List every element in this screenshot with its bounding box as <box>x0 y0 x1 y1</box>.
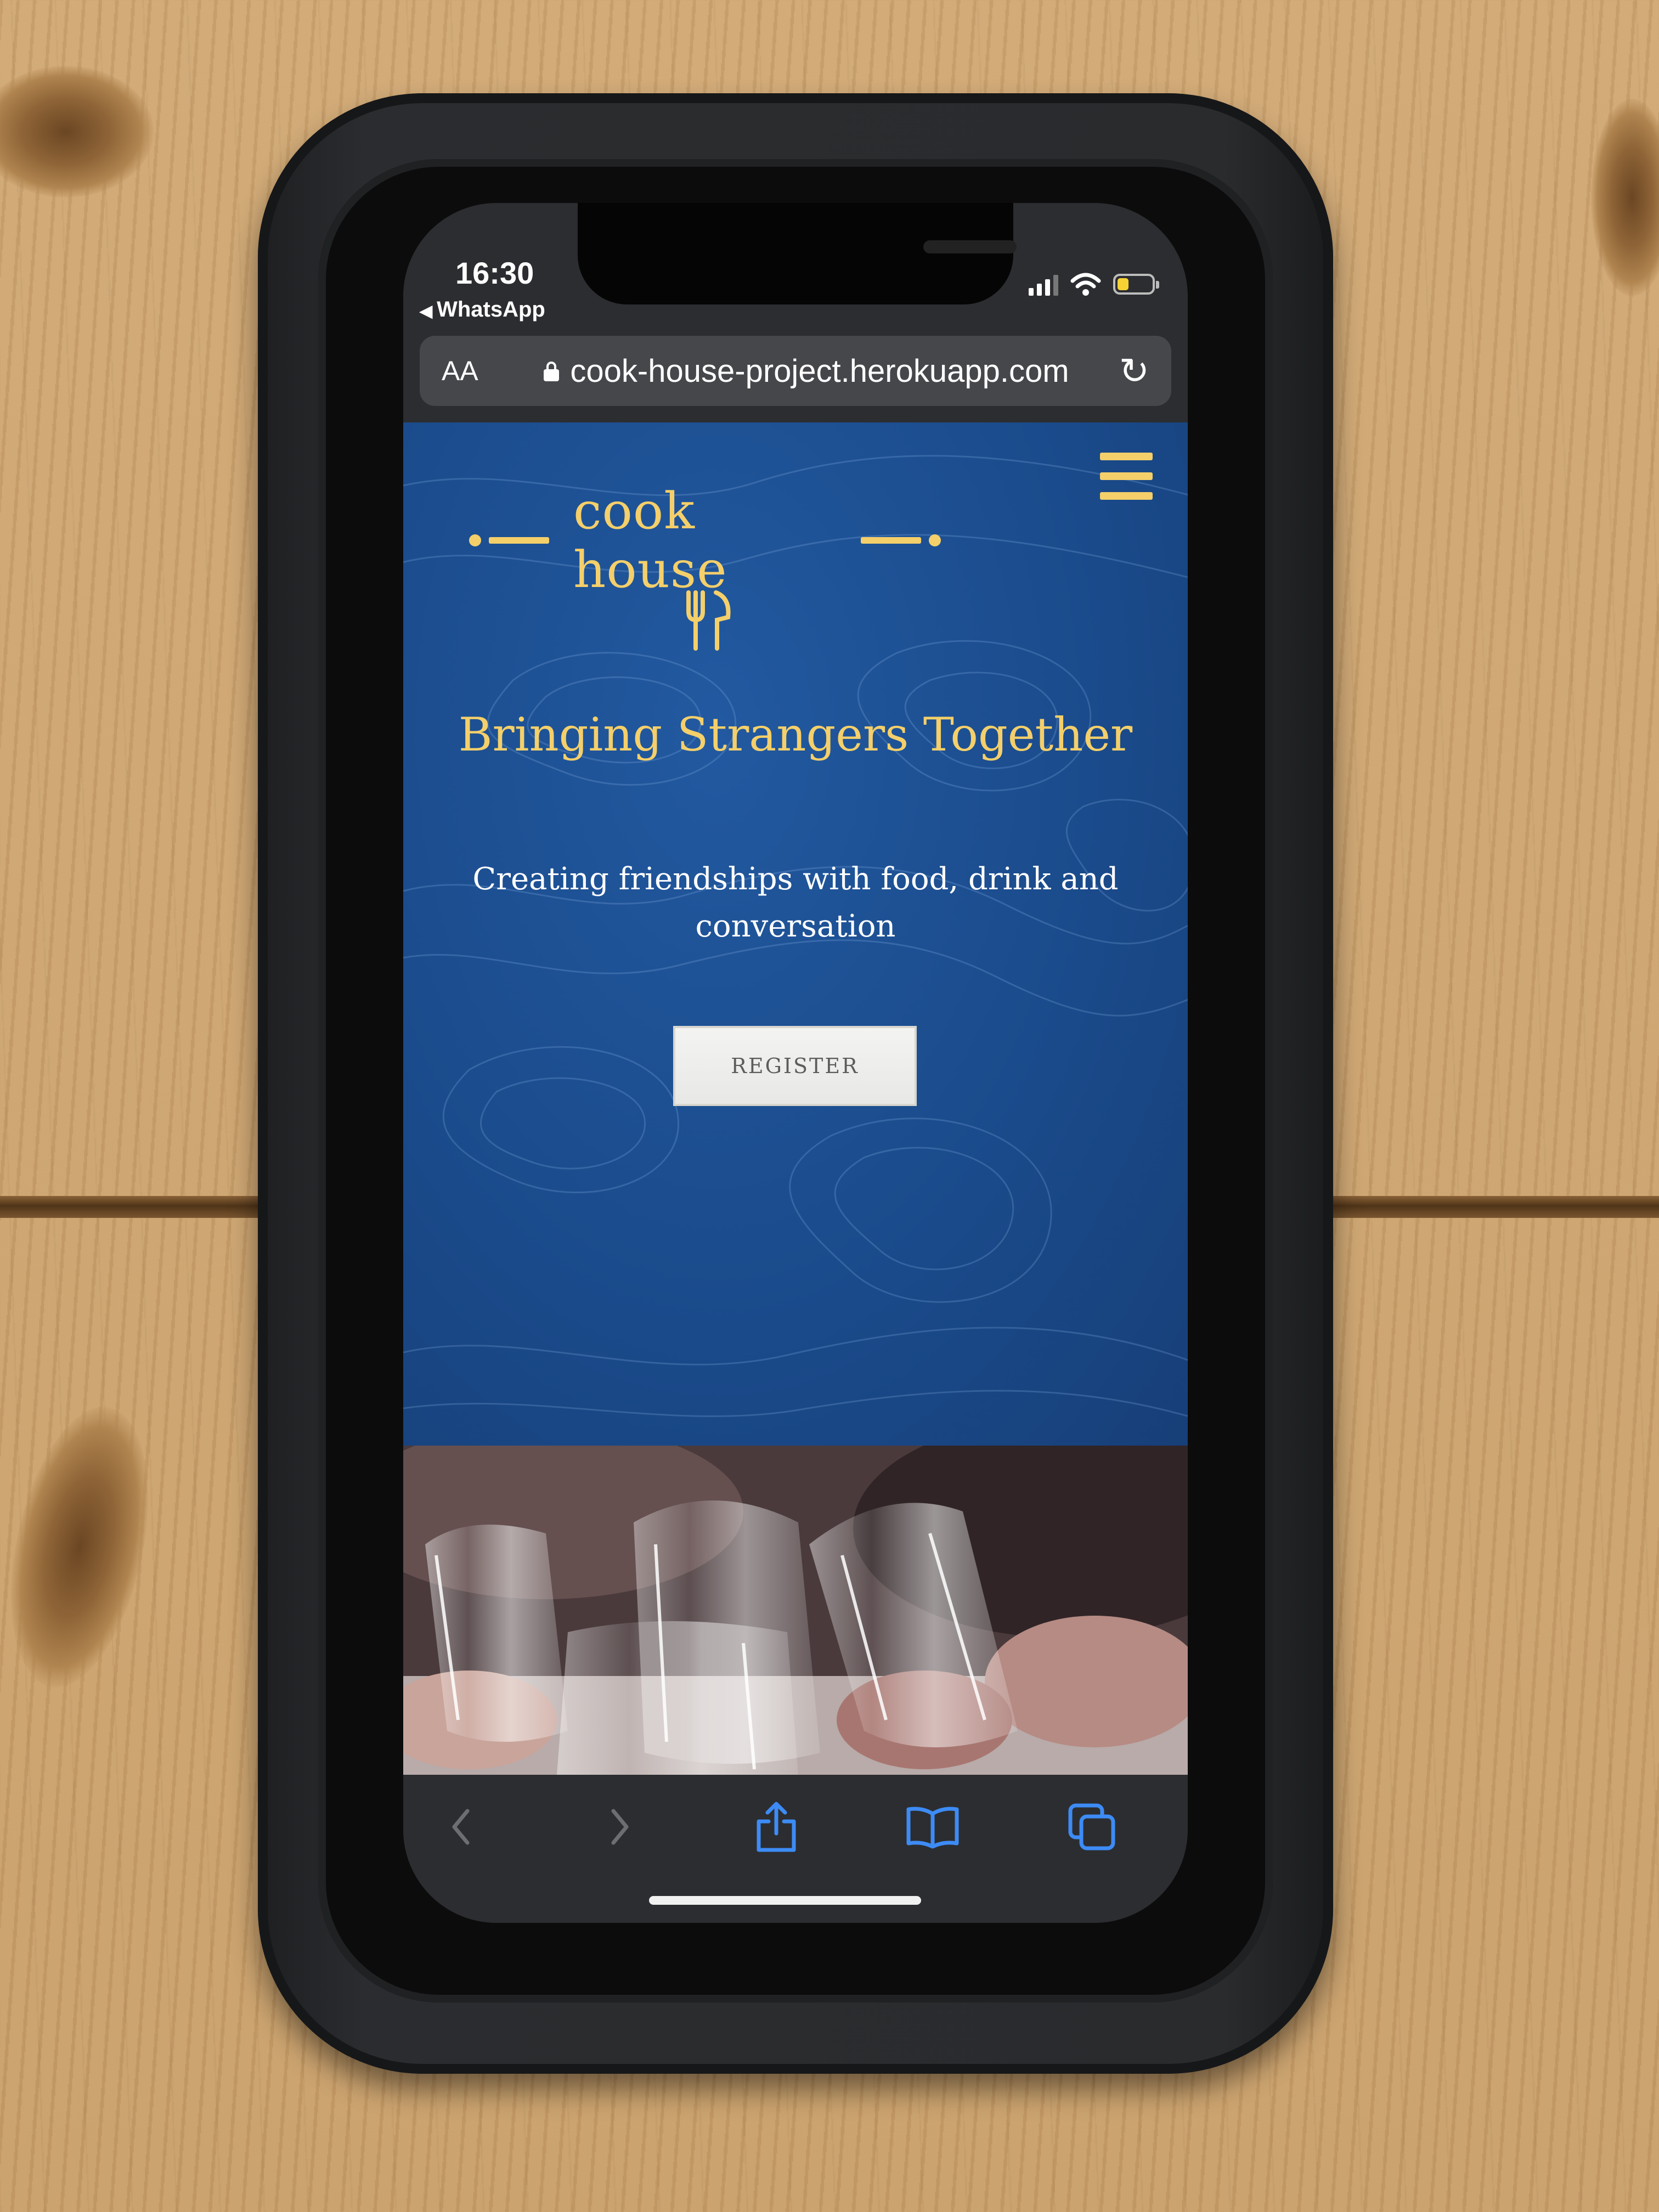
address-bar[interactable]: AA cook-house-project.herokuapp.com ↻ <box>420 336 1171 406</box>
lock-icon <box>544 362 560 381</box>
wifi-icon <box>1070 273 1101 296</box>
cellular-signal-icon <box>1029 273 1058 296</box>
fork-knife-icon <box>686 590 731 651</box>
hero-subheadline: Creating friendships with food, drink an… <box>472 861 1119 944</box>
phone-screen: 16:30 ◀ WhatsApp AA cook-house-project.he… <box>403 203 1188 1923</box>
reload-icon[interactable]: ↻ <box>1094 350 1149 392</box>
logo-text: cook house <box>573 482 727 599</box>
hero-headline: Bringing Strangers Together <box>458 708 1133 761</box>
status-icons <box>1029 268 1159 301</box>
status-time: 16:30 <box>455 256 534 290</box>
share-icon[interactable] <box>743 1799 809 1854</box>
browser-address-area: AA cook-house-project.herokuapp.com ↻ <box>403 329 1188 422</box>
photo-illustration <box>403 1446 1188 1775</box>
hero-section: cook house Bringing Strangers Together C… <box>403 422 1188 1446</box>
bookmarks-icon[interactable] <box>900 1799 966 1854</box>
home-indicator[interactable] <box>649 1896 921 1905</box>
register-button[interactable]: REGISTER <box>673 1026 917 1106</box>
wood-knot <box>0 1394 171 1700</box>
text-size-label: AA <box>442 356 478 386</box>
wine-glasses-toast-photo <box>403 1446 1188 1775</box>
text-size-button[interactable]: AA <box>442 355 518 387</box>
wood-knot <box>1591 99 1659 296</box>
notch <box>578 203 1017 304</box>
logo-left-ornament <box>469 534 557 546</box>
tabs-icon[interactable] <box>1059 1799 1125 1854</box>
back-app-label: WhatsApp <box>437 297 545 321</box>
url-text: cook-house-project.herokuapp.com <box>570 353 1069 389</box>
earpiece-speaker <box>923 240 1017 253</box>
back-icon[interactable] <box>428 1799 494 1854</box>
status-bar: 16:30 ◀ WhatsApp <box>403 203 1188 329</box>
logo-right-ornament <box>853 534 941 546</box>
back-triangle-icon: ◀ <box>420 302 433 320</box>
site-logo[interactable]: cook house <box>469 482 941 599</box>
forward-icon[interactable] <box>587 1799 653 1854</box>
back-to-app-link[interactable]: ◀ WhatsApp <box>420 297 545 322</box>
battery-icon <box>1113 274 1159 295</box>
wood-knot <box>0 66 154 198</box>
url-display[interactable]: cook-house-project.herokuapp.com <box>518 353 1094 390</box>
hamburger-menu-icon[interactable] <box>1100 453 1153 500</box>
